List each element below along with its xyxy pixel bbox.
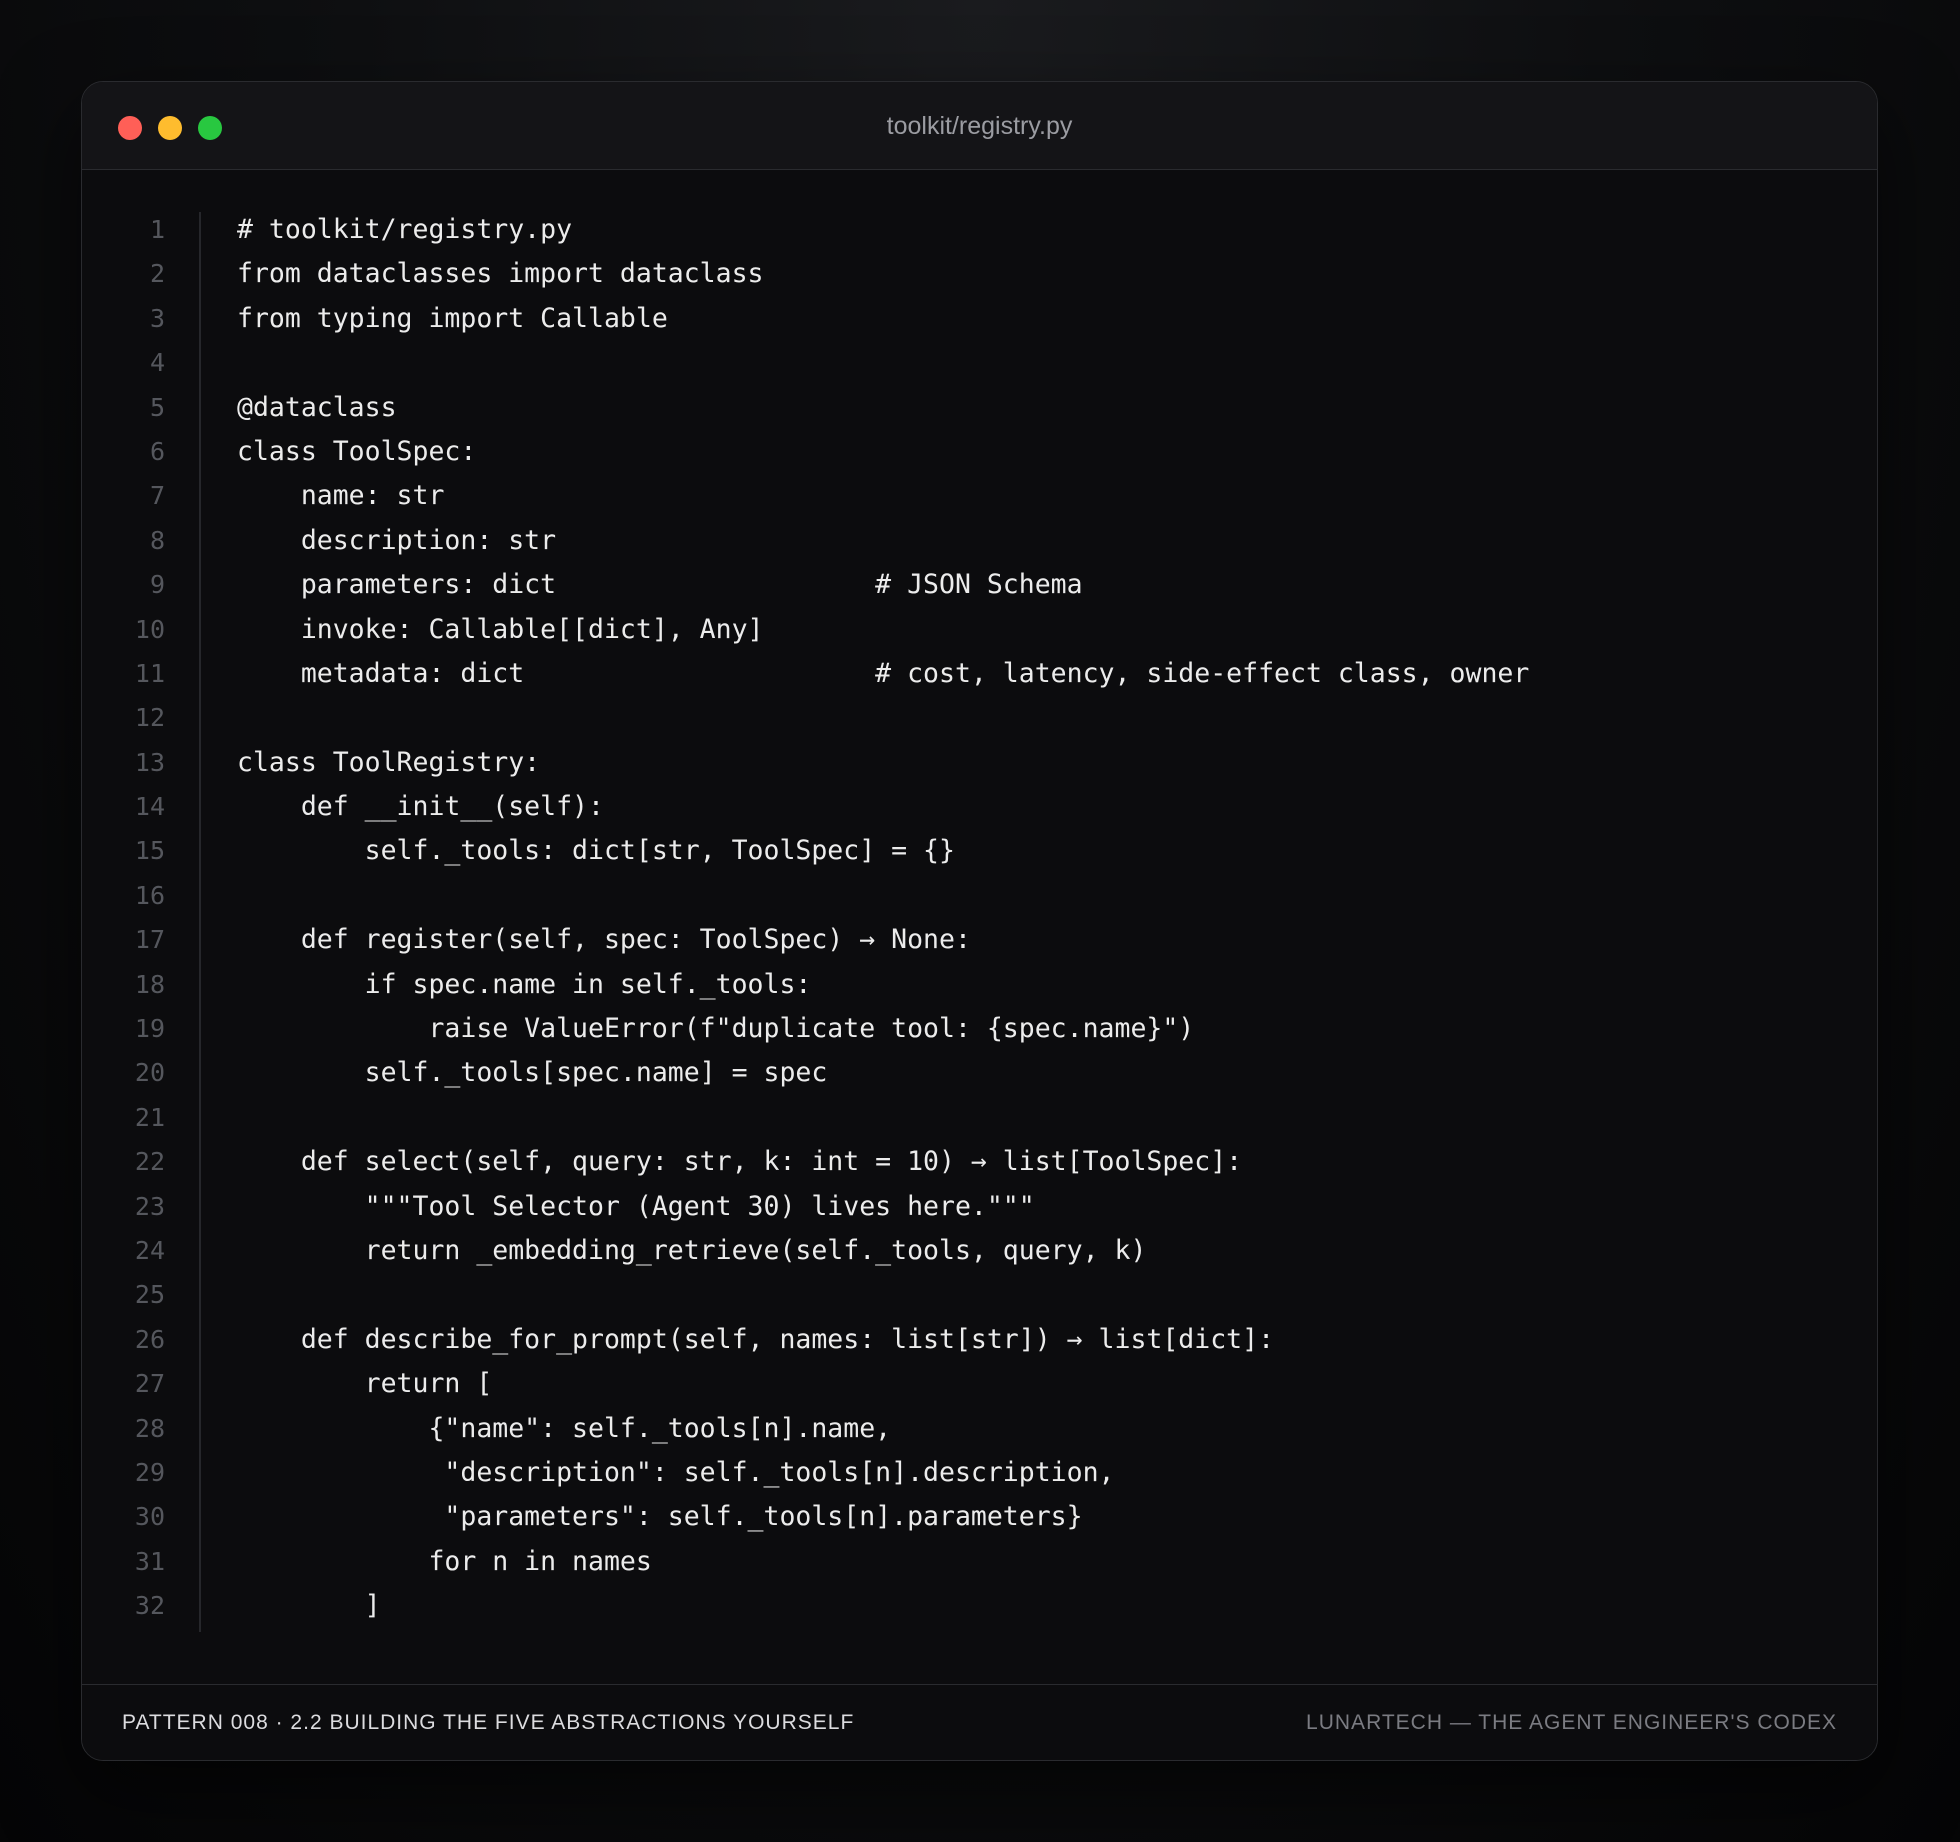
code-line[interactable]: @dataclass xyxy=(237,386,1857,430)
title-bar: toolkit/registry.py xyxy=(82,82,1877,170)
footer-pattern-label: PATTERN 008 · 2.2 BUILDING THE FIVE ABST… xyxy=(122,1711,855,1734)
line-number: 4 xyxy=(149,348,165,378)
footer-brand-label: LUNARTECH — THE AGENT ENGINEER'S CODEX xyxy=(1306,1711,1837,1734)
code-line[interactable] xyxy=(237,874,1857,918)
line-number: 18 xyxy=(134,969,165,999)
code-line[interactable]: raise ValueError(f"duplicate tool: {spec… xyxy=(237,1007,1857,1051)
code-line[interactable]: from typing import Callable xyxy=(237,297,1857,341)
code-line[interactable]: from dataclasses import dataclass xyxy=(237,252,1857,296)
line-number: 13 xyxy=(134,747,165,777)
code-line[interactable]: return _embedding_retrieve(self._tools, … xyxy=(237,1229,1857,1273)
code-line[interactable] xyxy=(237,1096,1857,1140)
code-content: # toolkit/registry.py from dataclasses im… xyxy=(237,208,1857,1629)
code-line[interactable]: def __init__(self): xyxy=(237,785,1857,829)
code-line[interactable] xyxy=(237,341,1857,385)
line-number: 30 xyxy=(134,1502,165,1532)
code-line[interactable]: name: str xyxy=(237,474,1857,518)
line-number: 10 xyxy=(134,614,165,644)
line-number: 7 xyxy=(149,481,165,511)
code-line[interactable]: "description": self._tools[n].descriptio… xyxy=(237,1451,1857,1495)
code-line[interactable]: self._tools[spec.name] = spec xyxy=(237,1051,1857,1095)
line-number: 11 xyxy=(134,658,165,688)
code-line[interactable]: return [ xyxy=(237,1362,1857,1406)
code-editor: 1 2 3 4 5 6 7 8 9 10 11 12 13 14 15 16 17 18 19 20 21 22 23 24 2… xyxy=(82,170,1877,1684)
code-line[interactable]: description: str xyxy=(237,519,1857,563)
line-number: 17 xyxy=(134,925,165,955)
code-line[interactable]: for n in names xyxy=(237,1540,1857,1584)
line-number: 26 xyxy=(134,1324,165,1354)
line-number: 32 xyxy=(134,1591,165,1621)
line-number: 21 xyxy=(134,1102,165,1132)
code-line[interactable]: parameters: dict # JSON Schema xyxy=(237,563,1857,607)
window-title: toolkit/registry.py xyxy=(886,112,1073,140)
line-number: 6 xyxy=(149,436,165,466)
code-window: toolkit/registry.py 1 2 3 4 5 6 7 8 9 10 11 12 13 14 1… xyxy=(81,81,1878,1761)
code-line[interactable]: if spec.name in self._tools: xyxy=(237,963,1857,1007)
line-number: 22 xyxy=(134,1147,165,1177)
line-number: 28 xyxy=(134,1413,165,1443)
line-number: 12 xyxy=(134,703,165,733)
code-line[interactable]: {"name": self._tools[n].name, xyxy=(237,1407,1857,1451)
line-number: 2 xyxy=(149,259,165,289)
code-line[interactable] xyxy=(237,1273,1857,1317)
line-number: 20 xyxy=(134,1058,165,1088)
line-number: 24 xyxy=(134,1235,165,1265)
line-number-gutter: 1 2 3 4 5 6 7 8 9 10 11 12 13 14 15 16 17 18 19 20 21 22 23 24 2… xyxy=(82,208,198,1629)
line-number: 19 xyxy=(134,1014,165,1044)
code-line[interactable]: def describe_for_prompt(self, names: lis… xyxy=(237,1318,1857,1362)
line-number: 15 xyxy=(134,836,165,866)
line-number: 23 xyxy=(134,1191,165,1221)
footer-bar: PATTERN 008 · 2.2 BUILDING THE FIVE ABST… xyxy=(82,1684,1877,1760)
code-line[interactable]: def register(self, spec: ToolSpec) → Non… xyxy=(237,918,1857,962)
line-number: 16 xyxy=(134,880,165,910)
code-line[interactable]: class ToolSpec: xyxy=(237,430,1857,474)
gutter-divider xyxy=(199,212,201,1632)
line-number: 29 xyxy=(134,1457,165,1487)
line-number: 9 xyxy=(149,570,165,600)
code-line[interactable]: "parameters": self._tools[n].parameters} xyxy=(237,1495,1857,1539)
line-number: 31 xyxy=(134,1546,165,1576)
line-number: 25 xyxy=(134,1280,165,1310)
line-number: 1 xyxy=(149,215,165,244)
code-line[interactable] xyxy=(237,696,1857,740)
code-line[interactable]: ] xyxy=(237,1584,1857,1628)
line-number: 5 xyxy=(149,392,165,422)
line-number: 27 xyxy=(134,1369,165,1399)
code-line[interactable]: class ToolRegistry: xyxy=(237,741,1857,785)
line-number: 3 xyxy=(149,303,165,333)
code-line[interactable]: """Tool Selector (Agent 30) lives here."… xyxy=(237,1185,1857,1229)
code-line[interactable]: self._tools: dict[str, ToolSpec] = {} xyxy=(237,829,1857,873)
code-line[interactable]: invoke: Callable[[dict], Any] xyxy=(237,608,1857,652)
line-number: 14 xyxy=(134,792,165,822)
code-line[interactable]: # toolkit/registry.py xyxy=(237,208,1857,252)
code-line[interactable]: def select(self, query: str, k: int = 10… xyxy=(237,1140,1857,1184)
line-number: 8 xyxy=(149,525,165,555)
code-line[interactable]: metadata: dict # cost, latency, side-eff… xyxy=(237,652,1857,696)
